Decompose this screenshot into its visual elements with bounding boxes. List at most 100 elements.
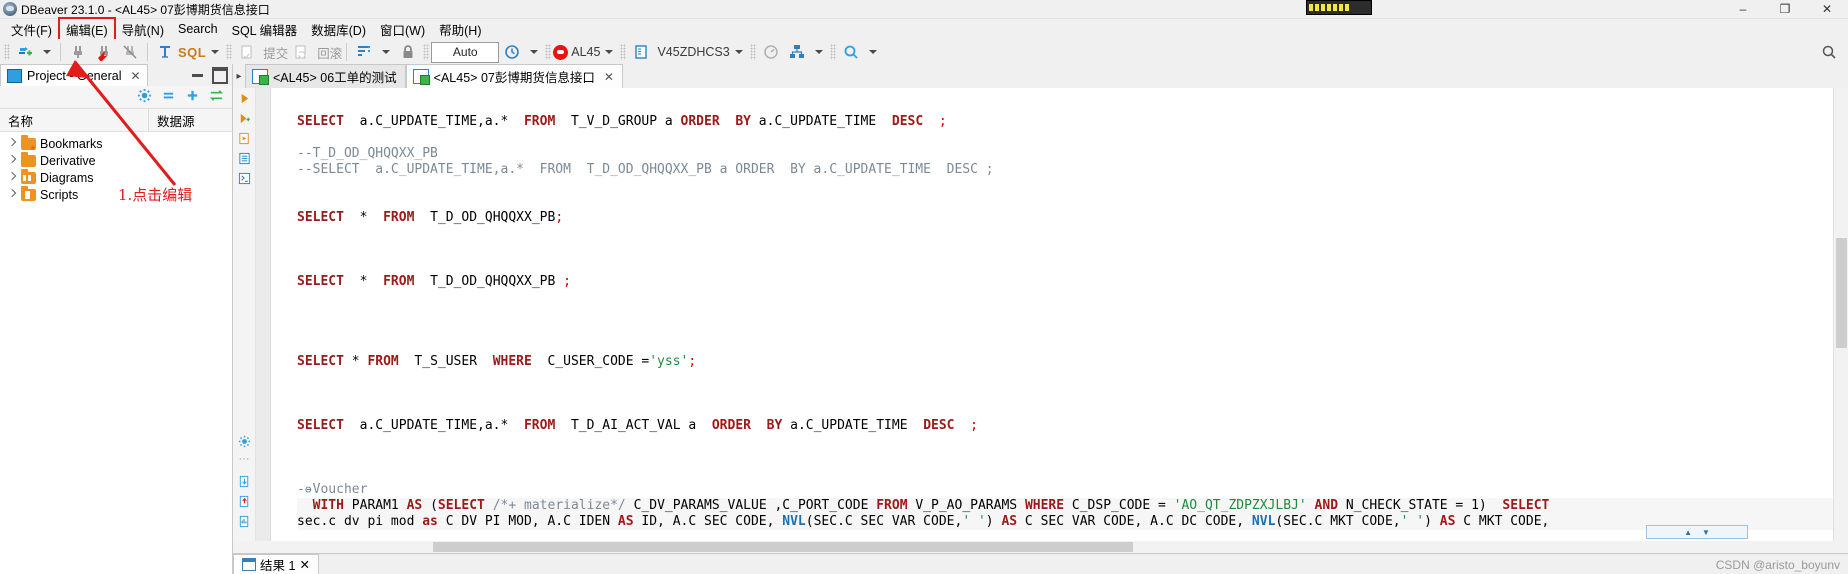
gear-icon[interactable] [137, 88, 152, 106]
sql-editor-icon[interactable] [152, 41, 178, 63]
sql-code-content[interactable]: SELECT a.C_UPDATE_TIME,a.* FROM T_V_D_GR… [271, 88, 1848, 553]
tree-item-diagrams[interactable]: Diagrams [0, 168, 232, 186]
dashboard-icon[interactable] [758, 41, 784, 63]
transaction-mode-dropdown-icon[interactable] [382, 50, 391, 54]
connection-dropdown-icon[interactable] [605, 50, 614, 54]
connect-icon[interactable] [65, 41, 91, 63]
global-search-icon[interactable] [1820, 43, 1838, 64]
add-icon[interactable] [185, 88, 200, 106]
schema-icon[interactable] [784, 41, 810, 63]
close-button[interactable]: ✕ [1806, 0, 1848, 18]
vertical-scroll-thumb[interactable] [1836, 238, 1847, 348]
tree-item-label: Bookmarks [40, 136, 103, 151]
toolbar-grip[interactable] [545, 44, 552, 60]
tree-item-derivative[interactable]: Derivative [0, 151, 232, 169]
more-icon[interactable]: ··· [237, 454, 251, 469]
chevron-right-icon[interactable] [8, 139, 17, 148]
execute-grid-icon[interactable] [237, 152, 251, 166]
toolbar-grip[interactable] [423, 44, 430, 60]
minimize-icon[interactable] [192, 74, 203, 77]
menu-window[interactable]: 窗口(W) [373, 18, 432, 41]
code-token: SELECT [437, 498, 485, 513]
nav-up-icon[interactable]: ▲ [1684, 528, 1692, 537]
code-token: N_CHECK_STATE = [1338, 498, 1472, 513]
menu-database[interactable]: 数据库(D) [304, 18, 373, 41]
search-icon[interactable] [838, 41, 864, 63]
code-token: AS [406, 498, 423, 513]
execute-statement-icon[interactable] [237, 92, 251, 106]
history-dropdown-icon[interactable] [530, 50, 539, 54]
link-icon[interactable] [209, 88, 224, 106]
gear-icon[interactable] [237, 435, 251, 449]
code-token: a.C_UPDATE_TIME,a.* [343, 114, 524, 129]
tree-item-bookmarks[interactable]: Bookmarks [0, 134, 232, 152]
toolbar-grip[interactable] [749, 44, 756, 60]
chevron-right-icon[interactable] [8, 190, 17, 199]
disconnect-icon[interactable] [91, 41, 117, 63]
code-line: sec.c dv pi mod as C DV PI MOD, A.C IDEN… [297, 514, 1848, 530]
schema-dropdown-icon[interactable] [814, 50, 823, 54]
fold-marker-icon[interactable]: ⊖ [305, 482, 312, 498]
lock-icon[interactable] [395, 41, 421, 63]
code-token: AS [1439, 514, 1456, 529]
close-icon[interactable]: ✕ [604, 70, 614, 84]
new-connection-icon[interactable] [12, 41, 38, 63]
toolbar-grip[interactable] [226, 44, 233, 60]
tab-scroll-left-icon[interactable]: ▸ [233, 64, 245, 88]
report-icon[interactable] [237, 515, 251, 529]
history-icon[interactable] [499, 41, 525, 63]
execute-console-icon[interactable] [237, 172, 251, 186]
rollback-label[interactable]: 回滚 [317, 43, 342, 62]
close-icon[interactable]: ✕ [299, 557, 309, 572]
code-token: ) [1424, 514, 1440, 529]
minimize-button[interactable]: – [1722, 0, 1764, 18]
editor-tab-07[interactable]: <AL45> 07彭博期货信息接口 ✕ [405, 64, 623, 88]
transaction-mode-icon[interactable] [351, 41, 377, 63]
editor-horizontal-scrollbar[interactable] [233, 541, 1834, 553]
menu-help[interactable]: 帮助(H) [432, 18, 488, 41]
database-dropdown-icon[interactable] [734, 50, 743, 54]
tab-project-general[interactable]: Project - General ✕ [0, 64, 148, 86]
collapse-all-icon[interactable] [161, 88, 176, 106]
editor-vertical-scrollbar[interactable] [1833, 88, 1848, 553]
menu-search[interactable]: Search [171, 20, 225, 38]
editor-fold-ruler[interactable] [256, 88, 271, 553]
chevron-right-icon[interactable] [8, 173, 17, 182]
execute-script-icon[interactable] [237, 112, 251, 126]
column-header-name[interactable]: 名称 [0, 111, 148, 130]
menu-file[interactable]: 文件(F) [4, 18, 59, 41]
connection-name[interactable]: AL45 [571, 45, 600, 59]
tree-item-label: Diagrams [40, 170, 94, 185]
invalidate-icon[interactable] [117, 41, 143, 63]
horizontal-scroll-thumb[interactable] [433, 542, 1133, 552]
close-icon[interactable]: ✕ [130, 69, 140, 83]
menu-navigate[interactable]: 导航(N) [115, 18, 171, 41]
code-token: PARAM1 [343, 498, 407, 513]
commit-label[interactable]: 提交 [263, 43, 288, 62]
column-header-datasource[interactable]: 数据源 [148, 109, 232, 131]
editor-tab-06[interactable]: <AL45> 06工单的测试 [245, 64, 406, 88]
new-connection-dropdown-icon[interactable] [43, 50, 51, 54]
menu-edit[interactable]: 编辑(E) [57, 16, 116, 42]
execute-to-file-icon[interactable] [237, 132, 251, 146]
sql-dropdown-icon[interactable] [211, 50, 220, 54]
tree-item-scripts[interactable]: Scripts [0, 185, 232, 203]
occurrence-navigation[interactable]: ▲ ▼ [1646, 525, 1748, 539]
import-icon[interactable] [237, 495, 251, 509]
maximize-button[interactable]: ❐ [1764, 0, 1806, 18]
chevron-right-icon[interactable] [8, 156, 17, 165]
menu-sql-editor[interactable]: SQL 编辑器 [225, 18, 305, 41]
toolbar-grip[interactable] [620, 44, 627, 60]
transaction-auto-select[interactable]: Auto [431, 41, 500, 63]
toolbar-grip[interactable] [4, 44, 10, 60]
database-name[interactable]: V45ZDHCS3 [657, 45, 729, 59]
search-dropdown-icon[interactable] [868, 50, 877, 54]
tab-results-1[interactable]: 结果 1 ✕ [233, 554, 319, 574]
toolbar-separator [147, 43, 148, 61]
nav-down-icon[interactable]: ▼ [1702, 528, 1710, 537]
code-line: SELECT * FROM T_D_OD_QHQQXX_PB; [297, 210, 1848, 226]
export-icon[interactable] [237, 475, 251, 489]
toolbar-grip[interactable] [829, 44, 836, 60]
maximize-icon[interactable] [212, 67, 228, 84]
